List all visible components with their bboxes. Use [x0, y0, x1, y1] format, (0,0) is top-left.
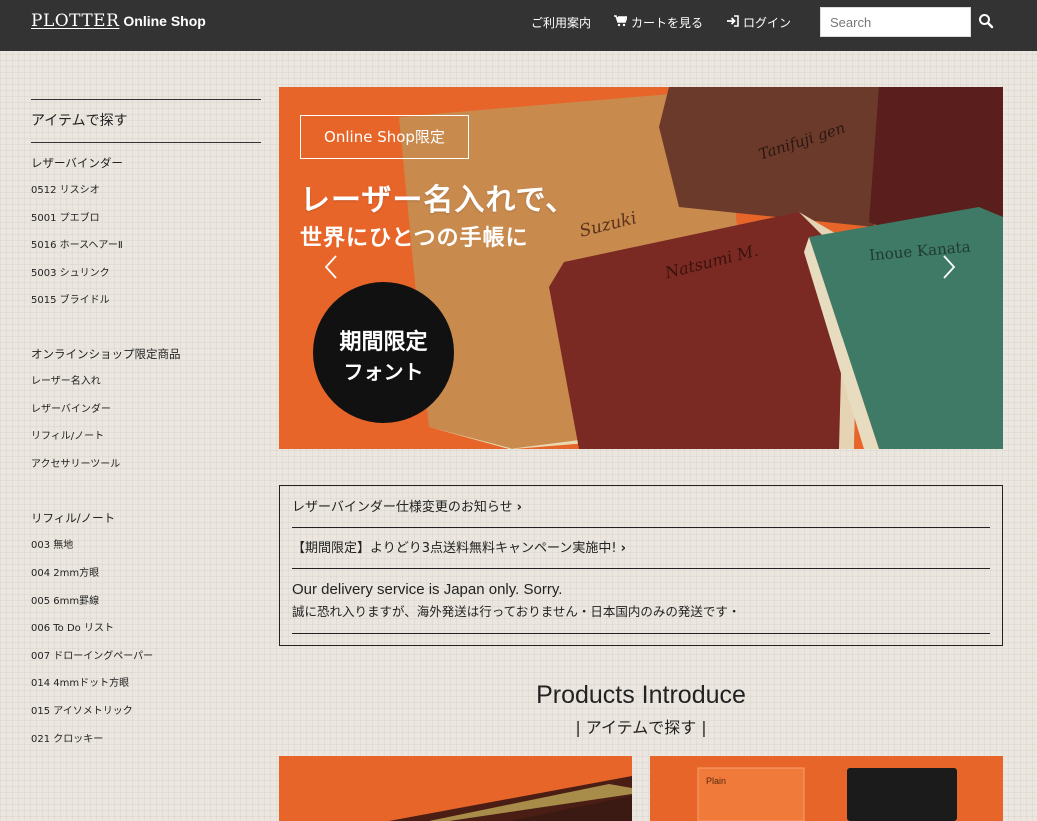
sidebar-item[interactable]: 004 2mm方眼	[31, 560, 261, 588]
sidebar-item[interactable]: 021 クロッキー	[31, 726, 261, 754]
delivery-info-jp: 誠に恐れ入りますが、海外発送は行っておりません・日本国内のみの発送です・	[292, 604, 741, 619]
sidebar-item[interactable]: 015 アイソメトリック	[31, 698, 261, 726]
sidebar-item[interactable]: 005 6mm罫線	[31, 588, 261, 616]
cart-icon	[614, 15, 629, 30]
products-subtitle: | アイテムで探す |	[575, 718, 707, 737]
sidebar-item[interactable]: 003 無地	[31, 532, 261, 560]
circle-line2: フォント	[343, 360, 424, 384]
sidebar-heading[interactable]: オンラインショップ限定商品	[31, 340, 261, 368]
nav-login-label: ログイン	[743, 16, 792, 30]
delivery-info-en: Our delivery service is Japan only. Sorr…	[292, 581, 563, 598]
notice-link-binder-change[interactable]: レザーバインダー仕様変更のお知らせ ›	[292, 486, 990, 528]
notice-link-label: 【期間限定】よりどり3点送料無料キャンペーン実施中!	[292, 541, 617, 556]
circle-line1: 期間限定	[339, 330, 428, 355]
hero-subheadline: 世界にひとつの手帳に	[300, 226, 529, 251]
chevron-right-icon: ›	[620, 541, 626, 556]
search-input[interactable]	[820, 7, 971, 37]
nav-login-link[interactable]: ログイン	[727, 14, 791, 31]
hero-headline: レーザー名入れで、	[300, 183, 577, 218]
sidebar-item[interactable]: アクセサリーツール	[31, 451, 261, 479]
login-icon	[727, 15, 739, 30]
sidebar: アイテムで探す レザーバインダー 0512 リスシオ 5001 プエブロ 501…	[31, 99, 261, 753]
sidebar-item[interactable]: レザーバインダー	[31, 396, 261, 424]
logo-sub-text: Online Shop	[123, 13, 206, 29]
product-card[interactable]	[279, 756, 632, 821]
sidebar-item[interactable]: 5016 ホースヘアーⅡ	[31, 232, 261, 260]
logo-main-text: PLOTTER	[31, 11, 120, 31]
site-logo[interactable]: PLOTTER Online Shop	[31, 11, 206, 31]
nav-cart-label: カートを見る	[631, 16, 704, 30]
delivery-info: Our delivery service is Japan only. Sorr…	[292, 569, 990, 634]
products-title: Products Introduce	[536, 681, 746, 709]
sidebar-item[interactable]: 006 To Do リスト	[31, 615, 261, 643]
sidebar-item[interactable]: 5003 シュリンク	[31, 260, 261, 288]
sidebar-heading[interactable]: リフィル/ノート	[31, 504, 261, 532]
sidebar-item[interactable]: リフィル/ノート	[31, 423, 261, 451]
notice-link-campaign[interactable]: 【期間限定】よりどり3点送料無料キャンペーン実施中! ›	[292, 528, 990, 569]
product-image	[389, 776, 632, 821]
sidebar-item[interactable]: 0512 リスシオ	[31, 177, 261, 205]
search-icon	[978, 14, 994, 33]
sidebar-group-leather-binder: レザーバインダー 0512 リスシオ 5001 プエブロ 5016 ホースヘアー…	[31, 149, 261, 315]
sidebar-item[interactable]: 014 4mmドット方眼	[31, 670, 261, 698]
sidebar-group-refill: リフィル/ノート 003 無地 004 2mm方眼 005 6mm罫線 006 …	[31, 504, 261, 753]
sidebar-title: アイテムで探す	[31, 99, 261, 143]
sidebar-item[interactable]: レーザー名入れ	[31, 368, 261, 396]
product-card[interactable]: Plain	[650, 756, 1003, 821]
limited-font-circle: 期間限定 フォント	[313, 282, 454, 423]
top-header: PLOTTER Online Shop ご利用案内 カートを見る ログイン	[0, 0, 1037, 51]
online-limited-badge: Online Shop限定	[300, 115, 469, 159]
sidebar-item[interactable]: 007 ドローイングペーパー	[31, 643, 261, 671]
nav-guide-link[interactable]: ご利用案内	[531, 14, 591, 31]
chevron-right-icon: ›	[516, 500, 522, 515]
sidebar-item[interactable]: 5015 ブライドル	[31, 287, 261, 315]
nav-guide-label: ご利用案内	[531, 16, 592, 30]
sidebar-group-online-limited: オンラインショップ限定商品 レーザー名入れ レザーバインダー リフィル/ノート …	[31, 340, 261, 478]
carousel-prev-button[interactable]	[324, 254, 344, 282]
notice-box: レザーバインダー仕様変更のお知らせ › 【期間限定】よりどり3点送料無料キャンペー…	[279, 485, 1003, 646]
product-label: Plain	[706, 776, 727, 786]
product-image	[697, 767, 957, 821]
sidebar-heading[interactable]: レザーバインダー	[31, 149, 261, 177]
hero-carousel[interactable]: Suzuki Tanifuji gen Natsumi M. Inoue Kan…	[279, 87, 1003, 449]
nav-cart-link[interactable]: カートを見る	[614, 14, 703, 31]
sidebar-item[interactable]: 5001 プエブロ	[31, 205, 261, 233]
notice-link-label: レザーバインダー仕様変更のお知らせ	[292, 500, 513, 515]
search-button[interactable]	[978, 13, 996, 31]
carousel-next-button[interactable]	[942, 254, 962, 282]
